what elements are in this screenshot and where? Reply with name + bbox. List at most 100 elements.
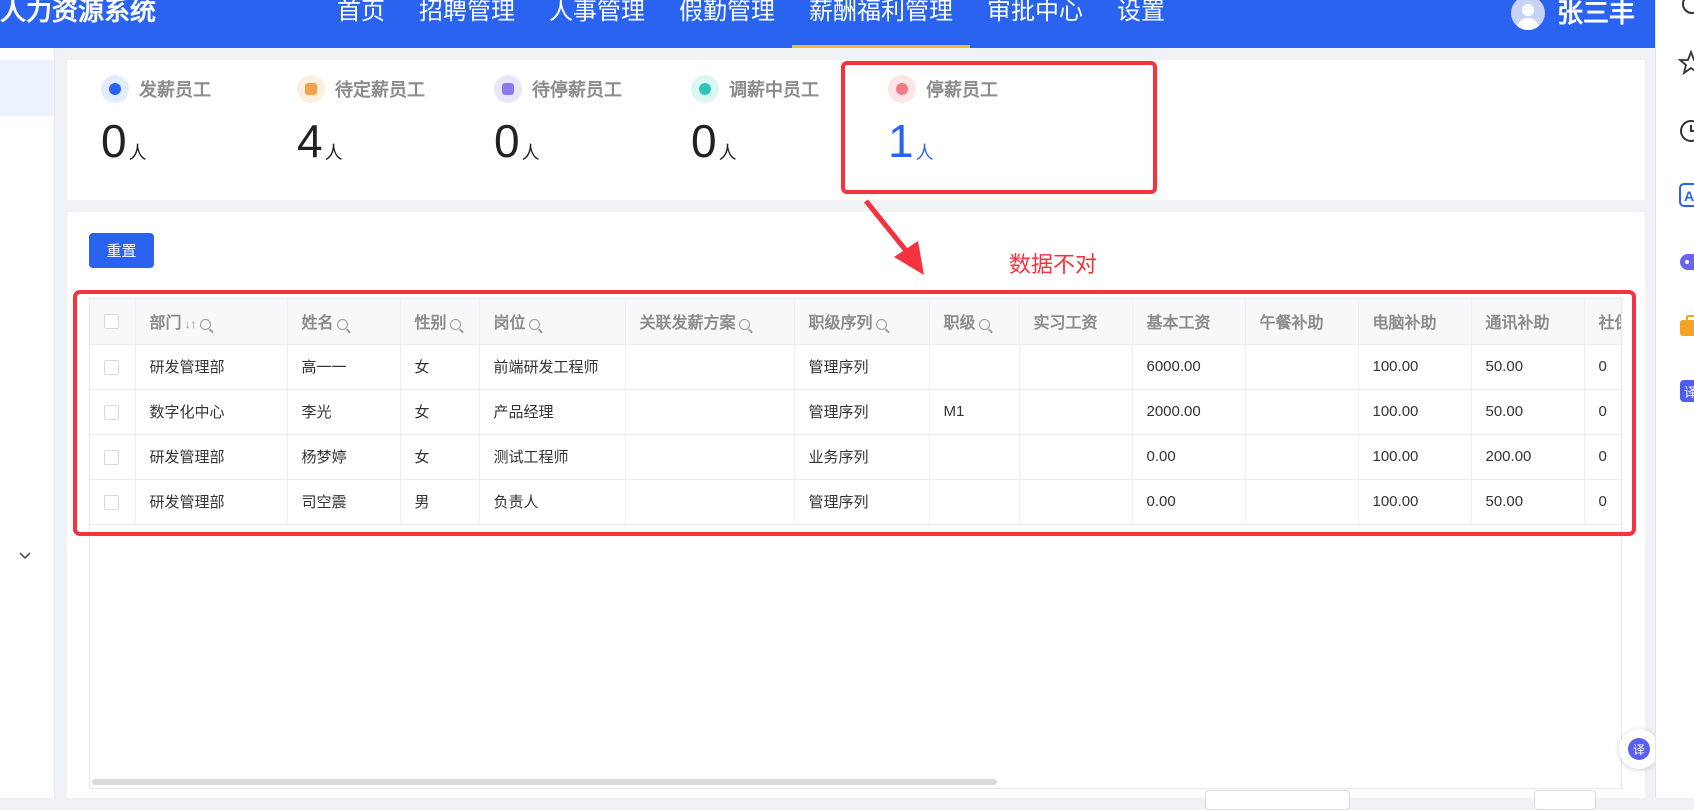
translate-button[interactable]: 译	[1619, 729, 1659, 769]
table-cell	[929, 344, 1020, 390]
table-cell	[1245, 389, 1359, 435]
star-icon[interactable]	[1678, 50, 1694, 76]
table-cell	[1019, 344, 1133, 390]
sidebar-item-selected[interactable]	[0, 60, 54, 116]
table-cell	[1019, 389, 1133, 435]
stat-label: 调薪中员工	[729, 80, 819, 100]
translate-icon[interactable]: 译	[1678, 378, 1694, 404]
top-nav-bar: 人力资源系统 首页 招聘管理 人事管理 假勤管理 薪酬福利管理 审批中心 设置 …	[0, 0, 1655, 48]
main-nav: 首页 招聘管理 人事管理 假勤管理 薪酬福利管理 审批中心 设置	[320, 0, 1182, 48]
nav-item-attendance[interactable]: 假勤管理	[662, 0, 792, 48]
stat-value: 1	[888, 115, 914, 167]
table-cell	[1245, 479, 1359, 525]
column-header: 关联发薪方案	[625, 299, 795, 345]
table-cell: 2000.00	[1132, 389, 1246, 435]
stat-label: 发薪员工	[139, 80, 211, 100]
table-cell: 100.00	[1358, 434, 1472, 480]
game-icon[interactable]	[1678, 248, 1694, 274]
nav-item-recruitment[interactable]: 招聘管理	[402, 0, 532, 48]
column-header: 实习工资	[1019, 299, 1133, 345]
stat-pending-salary[interactable]: 待定薪员工 4 人	[297, 74, 425, 166]
table-cell: M1	[929, 389, 1020, 435]
stat-label: 待停薪员工	[532, 80, 622, 100]
briefcase-icon[interactable]	[1678, 312, 1694, 338]
search-icon[interactable]	[978, 318, 990, 330]
table-row[interactable]: 研发管理部 司空震 男 负责人 管理序列 0.00 100.00 50.00 0	[90, 479, 1621, 525]
salary-stats-card: 发薪员工 0 人 待定薪员工 4 人 待停薪员工 0 人 调薪中员工 0 人 停…	[67, 60, 1645, 200]
column-header: 基本工资	[1132, 299, 1246, 345]
page-jump-input[interactable]	[1534, 790, 1596, 810]
table-cell: 李光	[287, 389, 401, 435]
row-checkbox[interactable]	[104, 449, 119, 465]
table-cell: 数字化中心	[135, 389, 288, 435]
hourglass-icon	[297, 75, 325, 103]
table-row[interactable]: 研发管理部 杨梦婷 女 测试工程师 业务序列 0.00 100.00 200.0…	[90, 434, 1621, 480]
stat-value: 4	[297, 115, 323, 167]
nav-item-approval[interactable]: 审批中心	[970, 0, 1100, 48]
table-cell: 女	[400, 344, 480, 390]
table-cell: 6000.00	[1132, 344, 1246, 390]
table-cell: 100.00	[1358, 344, 1472, 390]
search-icon[interactable]	[738, 318, 750, 330]
search-icon[interactable]	[528, 318, 540, 330]
table-cell: 0	[1584, 434, 1621, 480]
circle-icon[interactable]	[1678, 0, 1694, 18]
table-cell: 100.00	[1358, 389, 1472, 435]
stat-pending-stop[interactable]: 待停薪员工 0 人	[494, 74, 622, 166]
translate-ai-icon[interactable]: A	[1678, 182, 1694, 208]
table-cell	[1019, 434, 1133, 480]
table-cell: 女	[400, 434, 480, 480]
table-cell	[625, 479, 795, 525]
table-cell: 50.00	[1471, 344, 1585, 390]
stat-value: 0	[691, 115, 717, 167]
column-header: 岗位	[479, 299, 626, 345]
table-cell: 研发管理部	[135, 479, 288, 525]
row-checkbox[interactable]	[104, 404, 119, 420]
table-cell: 测试工程师	[479, 434, 626, 480]
nav-item-settings[interactable]: 设置	[1100, 0, 1182, 48]
horizontal-scrollbar[interactable]	[92, 779, 997, 785]
stat-paid-employees[interactable]: 发薪员工 0 人	[101, 74, 211, 166]
table-header-row: 部门 ↓↑ 姓名 性别 岗位 关联发薪方案 职级序列 职级 实习工资 基本工资 午…	[90, 299, 1621, 345]
table-cell: 管理序列	[794, 344, 930, 390]
table-cell: 0	[1584, 389, 1621, 435]
column-header: 电脑补助	[1358, 299, 1472, 345]
search-icon[interactable]	[199, 318, 211, 330]
search-icon[interactable]	[449, 318, 461, 330]
column-header: 通讯补助	[1471, 299, 1585, 345]
nav-item-home[interactable]: 首页	[320, 0, 402, 48]
table-cell: 男	[400, 479, 480, 525]
history-icon[interactable]	[1678, 118, 1694, 144]
app-title: 人力资源系统	[0, 0, 157, 26]
page-size-select[interactable]	[1205, 790, 1350, 810]
chevron-down-icon[interactable]	[18, 548, 32, 564]
avatar[interactable]	[1510, 0, 1545, 30]
table-row[interactable]: 数字化中心 李光 女 产品经理 管理序列 M1 2000.00 100.00 5…	[90, 389, 1621, 435]
row-checkbox[interactable]	[104, 494, 119, 510]
select-all-checkbox[interactable]	[104, 313, 119, 329]
moneybag-off-icon	[888, 75, 916, 103]
search-icon[interactable]	[336, 318, 348, 330]
table-cell: 司空震	[287, 479, 401, 525]
nav-item-personnel[interactable]: 人事管理	[532, 0, 662, 48]
table-cell	[1245, 434, 1359, 480]
annotation-text: 数据不对	[1009, 252, 1098, 277]
table-cell: 产品经理	[479, 389, 626, 435]
table-row[interactable]: 研发管理部 高一一 女 前端研发工程师 管理序列 6000.00 100.00 …	[90, 344, 1621, 390]
stat-unit: 人	[521, 143, 540, 163]
row-checkbox[interactable]	[104, 359, 119, 375]
reset-button[interactable]: 重置	[89, 233, 154, 268]
table-cell	[625, 389, 795, 435]
stat-adjusting[interactable]: 调薪中员工 0 人	[691, 74, 819, 166]
search-icon[interactable]	[875, 318, 887, 330]
nav-item-payroll[interactable]: 薪酬福利管理	[792, 0, 970, 48]
table-cell: 杨梦婷	[287, 434, 401, 480]
sidebar	[0, 48, 55, 798]
column-header: 部门 ↓↑	[135, 299, 288, 345]
sort-icon[interactable]: ↓↑	[185, 317, 197, 331]
table-cell	[929, 434, 1020, 480]
stat-stopped-salary[interactable]: 停薪员工 1 人	[888, 74, 998, 166]
user-menu[interactable]: 张三丰	[1510, 0, 1635, 32]
table-cell	[1019, 479, 1133, 525]
stat-unit: 人	[718, 143, 737, 163]
